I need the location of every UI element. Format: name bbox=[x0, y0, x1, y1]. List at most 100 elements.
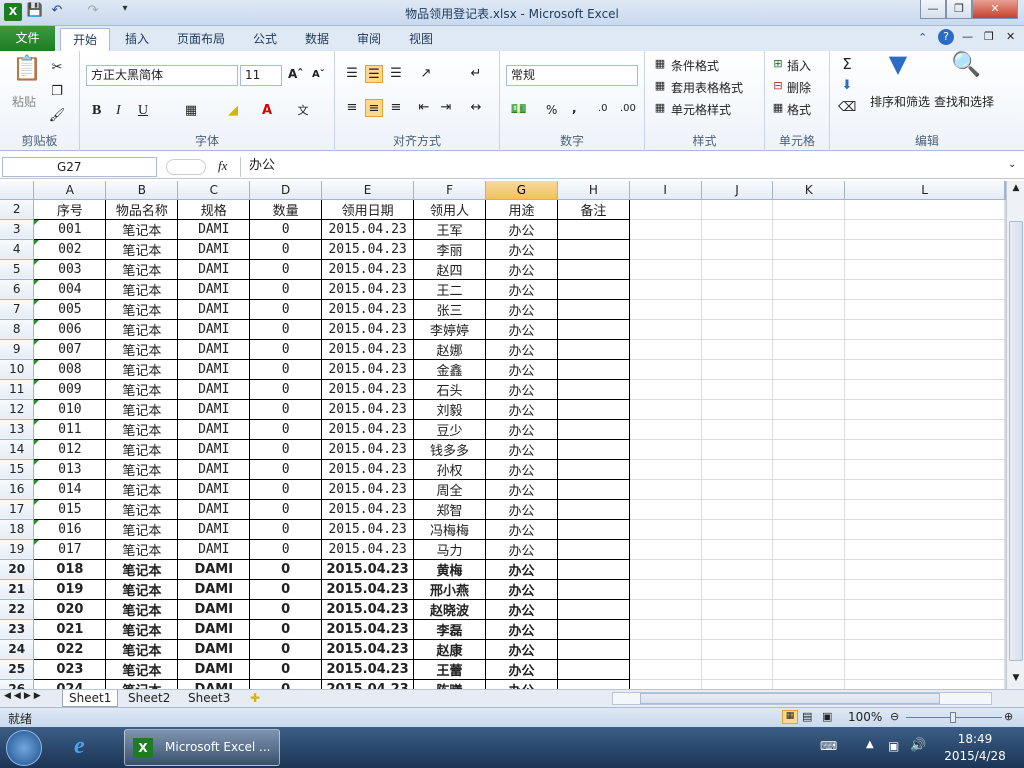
empty-cell[interactable] bbox=[629, 619, 702, 640]
help-icon[interactable]: ? bbox=[938, 29, 954, 45]
tab-insert[interactable]: 插入 bbox=[116, 28, 158, 51]
bold-button[interactable]: B bbox=[92, 103, 101, 119]
table-cell[interactable]: 办公 bbox=[485, 558, 558, 580]
row-header[interactable]: 23 bbox=[0, 619, 35, 640]
zoom-out-icon[interactable]: ⊖ bbox=[890, 710, 899, 723]
table-cell[interactable]: 014 bbox=[33, 478, 107, 500]
network-icon[interactable]: ▣ bbox=[888, 739, 899, 753]
cell-styles-button[interactable]: 单元格样式 bbox=[671, 101, 731, 118]
empty-cell[interactable] bbox=[629, 479, 702, 500]
table-cell[interactable]: DAMI bbox=[177, 558, 251, 580]
empty-cell[interactable] bbox=[844, 439, 1005, 460]
table-cell[interactable]: 办公 bbox=[485, 398, 558, 420]
table-cell[interactable]: 0 bbox=[249, 538, 323, 560]
table-cell[interactable]: DAMI bbox=[177, 618, 251, 640]
table-cell[interactable]: 004 bbox=[33, 278, 107, 300]
empty-cell[interactable] bbox=[701, 599, 774, 620]
empty-cell[interactable] bbox=[844, 259, 1005, 280]
table-cell[interactable]: 0 bbox=[249, 658, 323, 680]
insert-cells-button[interactable]: 插入 bbox=[787, 57, 811, 74]
table-cell[interactable]: 0 bbox=[249, 398, 323, 420]
fill-icon[interactable]: ⬇ bbox=[838, 77, 856, 95]
table-cell[interactable]: 2015.04.23 bbox=[321, 518, 415, 540]
underline-button[interactable]: U bbox=[138, 103, 148, 119]
table-cell[interactable]: 0 bbox=[249, 638, 323, 660]
row-header[interactable]: 3 bbox=[0, 219, 35, 240]
find-select-button[interactable]: 查找和选择 bbox=[934, 93, 994, 110]
table-cell[interactable]: 笔记本 bbox=[105, 238, 179, 260]
empty-cell[interactable] bbox=[701, 579, 774, 600]
empty-cell[interactable] bbox=[844, 639, 1005, 660]
worksheet-grid[interactable]: A B C D E F G H I J K L 2 序号 物品名称 规格 数量 领用日期 领用人 用途 备注 3 001 笔记… bbox=[0, 181, 1006, 689]
empty-cell[interactable] bbox=[772, 419, 846, 440]
empty-cell[interactable] bbox=[629, 239, 702, 260]
table-cell[interactable] bbox=[556, 298, 630, 320]
table-cell[interactable] bbox=[556, 378, 630, 400]
table-cell[interactable]: 005 bbox=[33, 298, 107, 320]
empty-cell[interactable] bbox=[772, 299, 846, 320]
table-cell[interactable]: 办公 bbox=[485, 418, 558, 440]
row-header[interactable]: 18 bbox=[0, 519, 35, 540]
empty-cell[interactable] bbox=[629, 519, 702, 540]
zoom-slider-thumb[interactable] bbox=[950, 712, 956, 723]
table-cell[interactable]: 冯梅梅 bbox=[413, 518, 486, 540]
table-cell[interactable]: DAMI bbox=[177, 398, 251, 420]
align-center-icon[interactable]: ≡ bbox=[365, 99, 383, 117]
table-cell[interactable]: 周全 bbox=[413, 478, 486, 500]
column-header[interactable]: F bbox=[413, 181, 486, 200]
table-cell[interactable] bbox=[556, 218, 630, 240]
table-cell[interactable]: 2015.04.23 bbox=[321, 238, 415, 260]
empty-cell[interactable] bbox=[844, 219, 1005, 240]
table-cell[interactable]: 办公 bbox=[485, 438, 558, 460]
table-cell[interactable]: 办公 bbox=[485, 258, 558, 280]
table-header-cell[interactable]: 领用日期 bbox=[321, 198, 415, 220]
table-cell[interactable] bbox=[556, 678, 630, 689]
empty-cell[interactable] bbox=[772, 599, 846, 620]
page-layout-view-icon[interactable]: ▤ bbox=[802, 710, 812, 723]
table-cell[interactable]: DAMI bbox=[177, 238, 251, 260]
row-header[interactable]: 6 bbox=[0, 279, 35, 300]
table-cell[interactable]: 赵娜 bbox=[413, 338, 486, 360]
empty-cell[interactable] bbox=[772, 239, 846, 260]
empty-cell[interactable] bbox=[844, 539, 1005, 560]
sheet-tab-3[interactable]: Sheet3 bbox=[182, 690, 236, 707]
table-cell[interactable]: DAMI bbox=[177, 338, 251, 360]
empty-cell[interactable] bbox=[701, 479, 774, 500]
align-top-icon[interactable]: ☰ bbox=[343, 65, 361, 83]
table-cell[interactable]: DAMI bbox=[177, 258, 251, 280]
table-cell[interactable]: 刘毅 bbox=[413, 398, 486, 420]
row-header[interactable]: 10 bbox=[0, 359, 35, 380]
table-cell[interactable]: 办公 bbox=[485, 518, 558, 540]
tab-home[interactable]: 开始 bbox=[60, 28, 110, 51]
table-cell[interactable]: DAMI bbox=[177, 578, 251, 600]
table-cell[interactable]: 办公 bbox=[485, 478, 558, 500]
empty-cell[interactable] bbox=[844, 199, 1005, 220]
empty-cell[interactable] bbox=[772, 219, 846, 240]
font-size-combo[interactable]: 11 bbox=[240, 65, 282, 86]
table-cell[interactable]: 办公 bbox=[485, 538, 558, 560]
table-cell[interactable]: 笔记本 bbox=[105, 418, 179, 440]
row-header[interactable]: 16 bbox=[0, 479, 35, 500]
table-cell[interactable]: 笔记本 bbox=[105, 358, 179, 380]
align-left-icon[interactable]: ≡ bbox=[343, 99, 361, 117]
empty-cell[interactable] bbox=[844, 379, 1005, 400]
table-cell[interactable]: 办公 bbox=[485, 378, 558, 400]
table-cell[interactable]: 马力 bbox=[413, 538, 486, 560]
row-header[interactable]: 22 bbox=[0, 599, 35, 620]
clock-time[interactable]: 18:49 bbox=[940, 732, 1010, 746]
row-header[interactable]: 25 bbox=[0, 659, 35, 680]
empty-cell[interactable] bbox=[701, 499, 774, 520]
table-cell[interactable]: 笔记本 bbox=[105, 598, 179, 620]
row-header[interactable]: 17 bbox=[0, 499, 35, 520]
table-cell[interactable]: 018 bbox=[33, 558, 107, 580]
table-cell[interactable] bbox=[556, 638, 630, 660]
cut-icon[interactable]: ✂ bbox=[48, 59, 66, 77]
font-color-icon[interactable]: A bbox=[258, 102, 276, 120]
table-cell[interactable]: 钱多多 bbox=[413, 438, 486, 460]
table-cell[interactable]: 0 bbox=[249, 578, 323, 600]
table-cell[interactable] bbox=[556, 418, 630, 440]
table-cell[interactable]: DAMI bbox=[177, 478, 251, 500]
column-header[interactable]: E bbox=[321, 181, 415, 200]
empty-cell[interactable] bbox=[844, 359, 1005, 380]
empty-cell[interactable] bbox=[701, 619, 774, 640]
